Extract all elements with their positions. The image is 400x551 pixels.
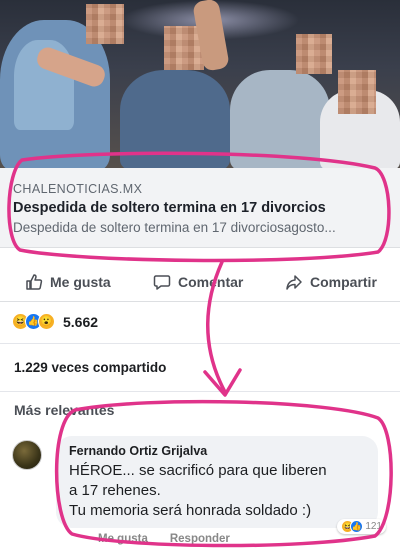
comment-reply-link[interactable]: Responder: [170, 533, 230, 545]
comment-label: Comentar: [178, 274, 244, 290]
comment-bubble-icon: [153, 273, 171, 291]
person-figure: [120, 70, 230, 168]
link-domain: CHALENOTICIAS.MX: [13, 182, 143, 196]
share-count[interactable]: 1.229 veces compartido: [14, 360, 166, 375]
like-button[interactable]: Me gusta: [25, 273, 111, 291]
comment-reaction-count: 121: [365, 521, 382, 532]
comment-actions: Me gusta Responder: [98, 533, 230, 545]
person-figure: [230, 70, 330, 168]
wow-reaction-icon: 😮: [38, 313, 55, 330]
comments-filter[interactable]: Más relevantes: [14, 402, 114, 418]
divider: [0, 343, 400, 344]
avatar[interactable]: [12, 440, 42, 470]
link-preview[interactable]: CHALENOTICIAS.MX Despedida de soltero te…: [0, 168, 400, 248]
thumbs-up-icon: [25, 273, 43, 291]
like-reaction-icon: 👍: [350, 520, 364, 533]
comment-bubble: Fernando Ortiz Grijalva HÉROE... se sacr…: [56, 436, 386, 534]
share-button[interactable]: Compartir: [285, 273, 377, 291]
comment-button[interactable]: Comentar: [153, 273, 243, 291]
divider: [0, 391, 400, 392]
link-title[interactable]: Despedida de soltero termina en 17 divor…: [13, 200, 388, 216]
share-label: Compartir: [310, 274, 377, 290]
comment-author[interactable]: Fernando Ortiz Grijalva: [69, 444, 366, 458]
share-arrow-icon: [285, 273, 303, 291]
comment-like-link[interactable]: Me gusta: [98, 533, 148, 545]
comment-line: Tu memoria será honrada soldado :): [69, 502, 312, 519]
comment-line: HÉROE... se sacrificó para que liberen: [69, 462, 327, 479]
post-action-bar: Me gusta Comentar Compartir: [0, 262, 400, 302]
comment-line: a 17 rehenes.: [69, 482, 161, 499]
reactions-summary[interactable]: 😆 👍 😮 5.662: [12, 313, 98, 330]
comment-reactions[interactable]: 😆 👍 121: [337, 519, 386, 534]
pixelated-face: [338, 70, 376, 114]
pixelated-face: [86, 4, 124, 44]
post-photo[interactable]: [0, 0, 400, 168]
link-description: Despedida de soltero termina en 17 divor…: [13, 220, 336, 235]
like-label: Me gusta: [50, 274, 111, 290]
reaction-count: 5.662: [63, 313, 99, 330]
pixelated-face: [296, 34, 332, 74]
comment-text: HÉROE... se sacrificó para que liberen a…: [69, 461, 366, 521]
